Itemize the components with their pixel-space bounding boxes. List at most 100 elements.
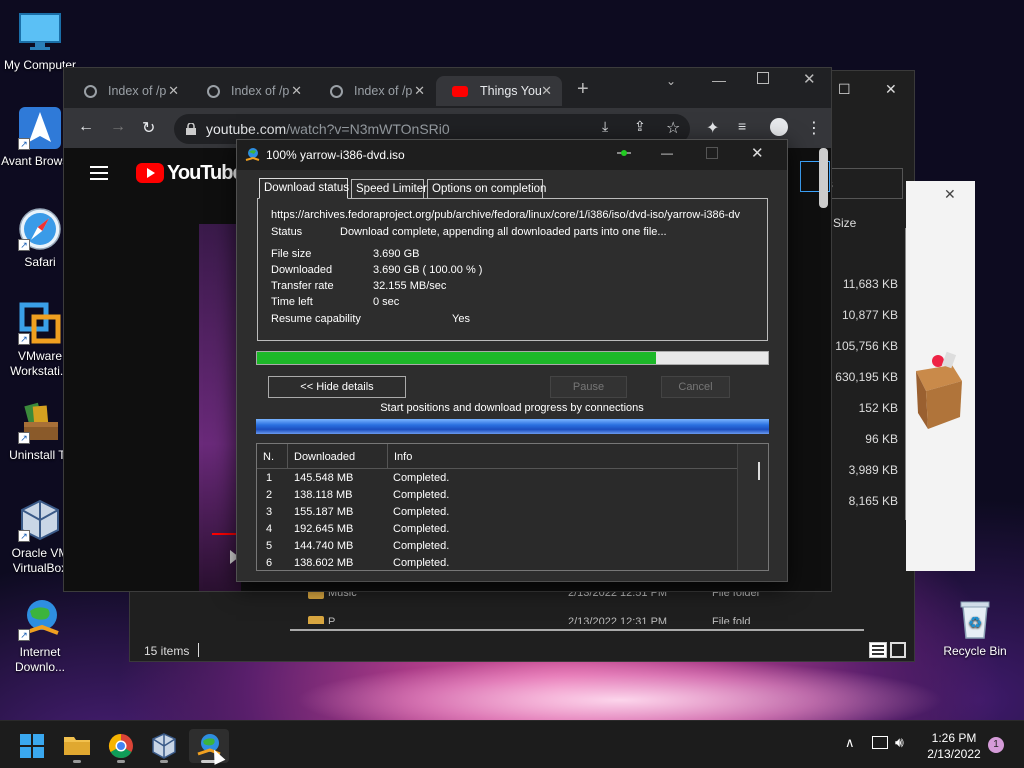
tab-index-1[interactable]: Index of /p ✕ bbox=[64, 76, 189, 106]
dialog-title-bar[interactable]: 100% yarrow-i386-dvd.iso — ✕ bbox=[237, 140, 787, 170]
column-header-downloaded[interactable]: Downloaded bbox=[288, 444, 388, 468]
chevron-up-icon[interactable]: ∧ bbox=[845, 735, 855, 751]
scrollbar-thumb[interactable] bbox=[819, 148, 828, 208]
taskbar-chrome[interactable] bbox=[101, 729, 141, 763]
file-size-cell: 3,989 KB bbox=[848, 463, 898, 477]
connections-table[interactable]: N. Downloaded Info 1 145.548 MB Complete… bbox=[256, 443, 769, 571]
file-size-cell: 630,195 KB bbox=[835, 370, 898, 384]
tab-close-icon[interactable]: ✕ bbox=[414, 83, 425, 99]
table-row[interactable]: 4 192.645 MB Completed. bbox=[257, 521, 747, 538]
table-row[interactable]: 2 138.118 MB Completed. bbox=[257, 487, 747, 504]
status-item-count: 15 items bbox=[144, 644, 190, 658]
close-button[interactable]: ✕ bbox=[885, 81, 897, 98]
taskbar-virtualbox[interactable] bbox=[144, 729, 184, 763]
volume-icon[interactable]: 🔊︎ bbox=[895, 734, 904, 751]
media-control-icon[interactable]: ≡ bbox=[738, 118, 746, 134]
tab-label: Index of /p bbox=[108, 84, 167, 98]
bookmark-star-icon[interactable]: ☆ bbox=[666, 118, 680, 138]
table-row[interactable]: 6 138.602 MB Completed. bbox=[257, 555, 747, 570]
menu-kebab-icon[interactable]: ⋮ bbox=[806, 118, 822, 138]
shortcut-arrow-icon: ↗ bbox=[18, 333, 30, 345]
extensions-puzzle-icon[interactable]: ✦ bbox=[706, 118, 719, 138]
close-icon[interactable]: ✕ bbox=[803, 70, 816, 88]
tab-speed-limiter[interactable]: Speed Limiter bbox=[351, 179, 427, 199]
pause-button[interactable]: Pause bbox=[550, 376, 627, 398]
shortcut-arrow-icon: ↗ bbox=[18, 629, 30, 641]
tab-close-icon[interactable]: ✕ bbox=[541, 83, 552, 99]
maximize-icon[interactable] bbox=[706, 147, 718, 159]
row-info: Completed. bbox=[393, 557, 450, 569]
tab-search-chevron-icon[interactable]: ⌄ bbox=[666, 74, 676, 88]
minimize-icon[interactable]: — bbox=[661, 146, 673, 160]
cancel-button[interactable]: Cancel bbox=[661, 376, 730, 398]
hamburger-menu-icon[interactable] bbox=[90, 166, 108, 180]
running-indicator bbox=[73, 760, 81, 763]
connections-caption: Start positions and download progress by… bbox=[380, 402, 644, 414]
reload-icon[interactable]: ↻ bbox=[142, 118, 155, 138]
maximize-icon[interactable]: ☐ bbox=[838, 81, 851, 98]
taskbar-file-explorer[interactable] bbox=[57, 729, 97, 763]
column-header-info[interactable]: Info bbox=[388, 444, 738, 468]
row-number: 2 bbox=[266, 489, 273, 501]
tab-close-icon[interactable]: ✕ bbox=[168, 83, 179, 99]
desktop-icon-label: Recycle Bin bbox=[943, 644, 1007, 658]
row-downloaded: 138.118 MB bbox=[294, 489, 353, 501]
safari-compass-icon: ↗ bbox=[18, 207, 62, 251]
table-row[interactable]: 1 145.548 MB Completed. bbox=[257, 470, 747, 487]
row-downloaded: 138.602 MB bbox=[294, 557, 354, 569]
downloaded-value: 3.690 GB ( 100.00 % ) bbox=[373, 264, 483, 276]
file-type: File fold bbox=[712, 616, 751, 624]
running-indicator bbox=[117, 760, 125, 763]
clock-date: 2/13/2022 bbox=[927, 747, 981, 761]
tab-index-3[interactable]: Index of /p ✕ bbox=[310, 76, 435, 106]
start-button[interactable] bbox=[12, 729, 52, 763]
hide-details-button[interactable]: << Hide details bbox=[268, 376, 406, 398]
share-icon[interactable]: ⇪ bbox=[634, 118, 646, 135]
table-row[interactable]: 5 144.740 MB Completed. bbox=[257, 538, 747, 555]
details-view-icon[interactable] bbox=[869, 642, 887, 658]
scrollbar-thumb[interactable] bbox=[758, 462, 760, 480]
install-app-icon[interactable]: ⤓ bbox=[602, 118, 608, 135]
desktop-icon-internet-download-manager[interactable]: ↗ Internet Downlo... bbox=[0, 597, 80, 675]
video-player[interactable] bbox=[199, 224, 241, 591]
horizontal-scrollbar[interactable] bbox=[290, 629, 864, 631]
time-left-value: 0 sec bbox=[373, 296, 400, 308]
virtualbox-cube-icon: ↗ bbox=[18, 498, 62, 542]
file-name: P bbox=[328, 616, 336, 624]
youtube-logo-text[interactable]: YouTube bbox=[167, 162, 244, 185]
tab-youtube-active[interactable]: Things You ✕ bbox=[436, 76, 562, 106]
close-icon[interactable]: ✕ bbox=[944, 186, 956, 203]
forward-arrow-icon[interactable]: → bbox=[110, 118, 126, 136]
network-icon[interactable] bbox=[872, 736, 888, 749]
new-tab-button[interactable]: + bbox=[577, 78, 589, 101]
tab-index-2[interactable]: Index of /p ✕ bbox=[187, 76, 312, 106]
maximize-icon[interactable] bbox=[757, 72, 769, 84]
row-number: 5 bbox=[266, 540, 273, 552]
profile-avatar[interactable] bbox=[770, 118, 788, 136]
back-arrow-icon[interactable]: ← bbox=[78, 118, 94, 136]
close-icon[interactable]: ✕ bbox=[751, 144, 764, 162]
tab-options-on-completion[interactable]: Options on completion bbox=[427, 179, 546, 199]
tab-close-icon[interactable]: ✕ bbox=[291, 83, 302, 99]
clock-time: 1:26 PM bbox=[931, 731, 977, 745]
minimize-icon[interactable]: — bbox=[712, 72, 726, 88]
large-icons-view-icon[interactable] bbox=[890, 642, 906, 658]
row-downloaded: 155.187 MB bbox=[294, 506, 354, 518]
column-header-size[interactable]: Size bbox=[833, 216, 856, 230]
search-input[interactable]: s bbox=[820, 168, 903, 199]
desktop-icon-recycle-bin[interactable]: ♻ Recycle Bin bbox=[935, 596, 1015, 659]
desktop-icon-my-computer[interactable]: My Computer bbox=[0, 10, 80, 73]
youtube-logo-icon[interactable] bbox=[136, 163, 164, 183]
download-progress-bar bbox=[256, 351, 769, 365]
list-item[interactable]: P 2/13/2022 12:31 PM File fold bbox=[308, 616, 868, 624]
clock[interactable]: 1:26 PM 2/13/2022 bbox=[922, 730, 986, 762]
notification-badge[interactable]: 1 bbox=[988, 737, 1004, 753]
status-value: Download complete, appending all downloa… bbox=[340, 226, 667, 238]
row-number: 1 bbox=[266, 472, 273, 484]
column-header-n[interactable]: N. bbox=[257, 444, 288, 468]
speed-graph-icon bbox=[617, 150, 631, 158]
tab-download-status[interactable]: Download status bbox=[259, 178, 349, 199]
file-size-cell: 11,683 KB bbox=[842, 277, 898, 291]
table-row[interactable]: 3 155.187 MB Completed. bbox=[257, 504, 747, 521]
idm-download-dialog[interactable]: 100% yarrow-i386-dvd.iso — ✕ Download st… bbox=[236, 139, 788, 582]
